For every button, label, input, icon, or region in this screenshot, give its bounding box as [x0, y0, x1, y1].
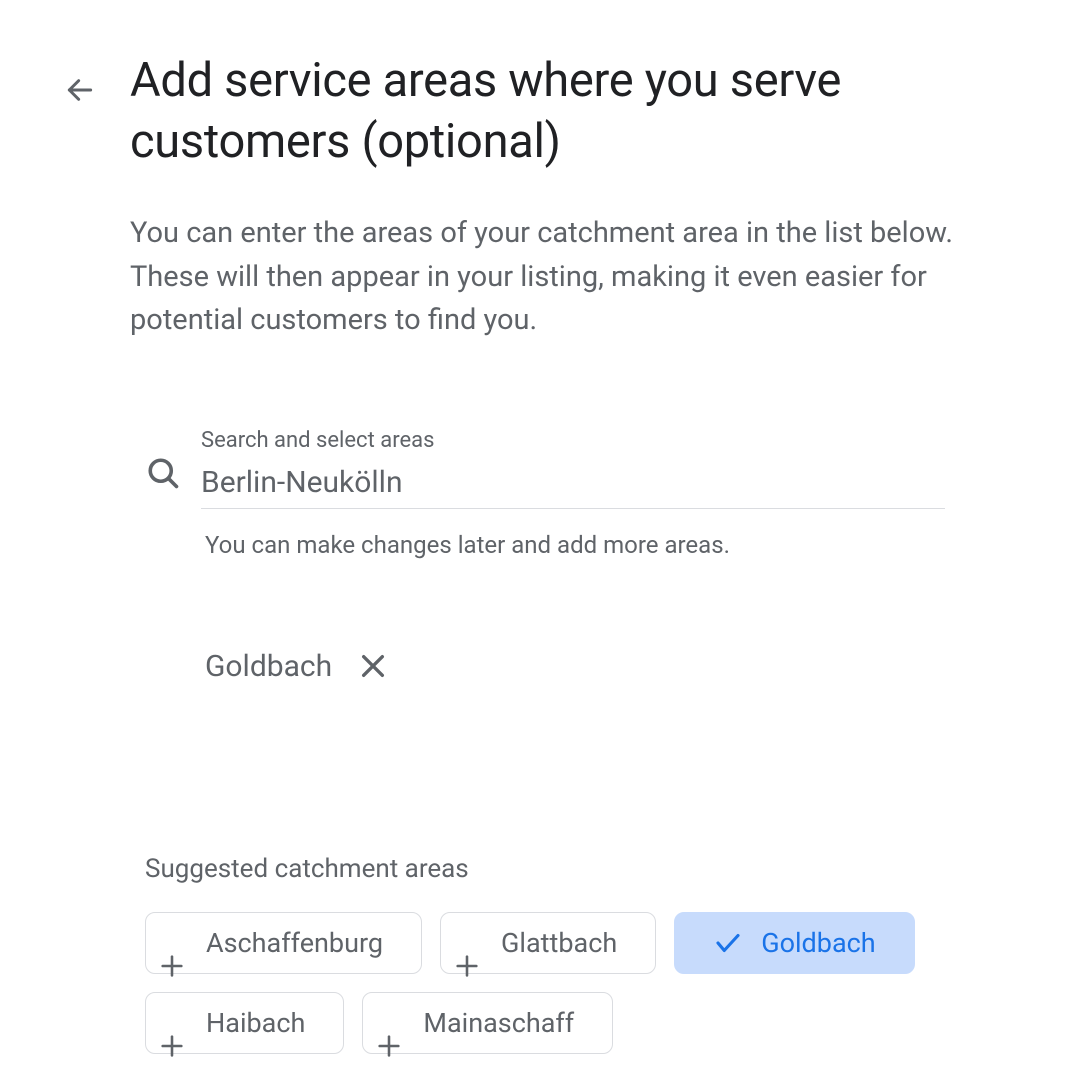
selected-area-label: Goldbach [205, 649, 332, 684]
plus-icon [375, 1032, 403, 1067]
search-icon [145, 455, 181, 509]
suggestion-chips: Aschaffenburg Glattbach Goldbach Haibach Mai… [145, 912, 1000, 1054]
check-icon [713, 928, 743, 958]
suggestion-chip[interactable]: Aschaffenburg [145, 912, 422, 974]
search-hint: You can make changes later and add more … [205, 531, 945, 559]
arrow-left-icon [64, 74, 96, 106]
suggestion-chip[interactable]: Haibach [145, 992, 344, 1054]
close-icon [357, 650, 389, 682]
page-title: Add service areas where you serve custom… [130, 50, 1000, 172]
page-description: You can enter the areas of your catchmen… [130, 212, 990, 343]
suggestion-chip-label: Glattbach [501, 927, 617, 959]
suggestion-chip[interactable]: Glattbach [440, 912, 656, 974]
plus-icon [158, 1032, 186, 1067]
suggestion-chip[interactable]: Mainaschaff [362, 992, 613, 1054]
suggestion-chip[interactable]: Goldbach [674, 912, 914, 974]
search-label: Search and select areas [201, 428, 945, 453]
selected-area: Goldbach [205, 649, 945, 684]
plus-icon [158, 952, 186, 987]
suggestion-chip-label: Mainaschaff [423, 1007, 574, 1039]
suggestion-chip-label: Haibach [206, 1007, 305, 1039]
suggestions-title: Suggested catchment areas [145, 854, 1000, 884]
suggestion-chip-label: Aschaffenburg [206, 927, 383, 959]
search-input[interactable] [201, 465, 945, 500]
remove-area-button[interactable] [357, 650, 389, 682]
back-button[interactable] [60, 70, 100, 110]
suggestion-chip-label: Goldbach [761, 927, 875, 959]
plus-icon [453, 952, 481, 987]
